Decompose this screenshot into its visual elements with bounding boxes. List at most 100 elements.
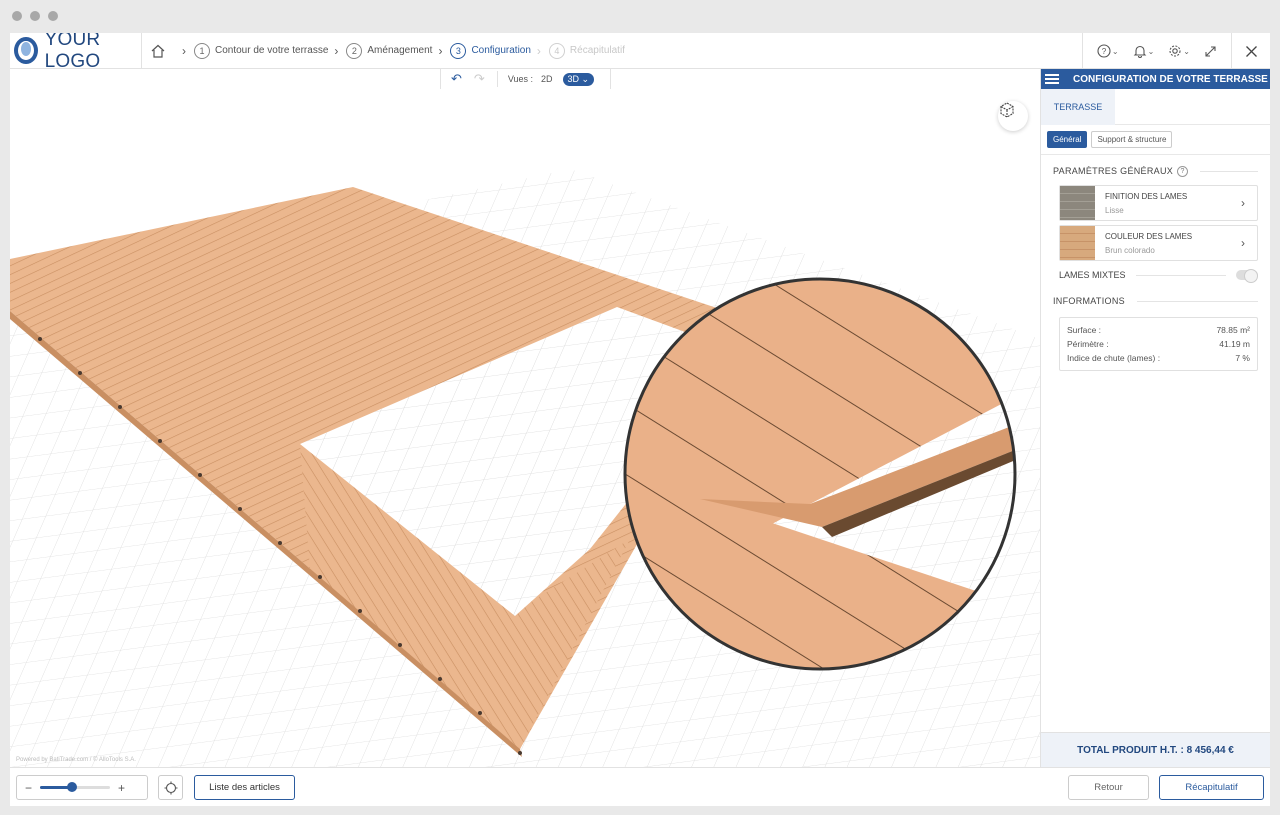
info-value: 7 % (1235, 353, 1250, 363)
help-icon: ? (1097, 44, 1111, 58)
recenter-button[interactable] (158, 775, 183, 800)
info-chute: Indice de chute (lames) : 7 % (1067, 351, 1250, 365)
param-value: Lisse (1105, 205, 1124, 215)
svg-text:?: ? (1102, 47, 1107, 56)
step-contour[interactable]: 1 Contour de votre terrasse (194, 42, 329, 59)
logo-icon (14, 37, 38, 64)
back-button[interactable]: Retour (1068, 775, 1149, 800)
general-section-title: PARAMÈTRES GÉNÉRAUX ? (1041, 161, 1270, 181)
param-couleur[interactable]: COULEUR DES LAMES Brun colorado › (1059, 225, 1258, 261)
logo-text: YOUR LOGO (44, 33, 101, 72)
info-label: Indice de chute (lames) : (1067, 353, 1161, 363)
param-value: Brun colorado (1105, 245, 1155, 255)
panel-header: CONFIGURATION DE VOTRE TERRASSE (1041, 69, 1270, 89)
window-dot-minimize[interactable] (30, 11, 40, 21)
fullscreen-button[interactable] (1204, 45, 1217, 58)
step-number: 2 (346, 42, 363, 59)
chevron-right-icon: › (438, 43, 443, 58)
gear-icon (1169, 45, 1181, 57)
views-label: Vues : (507, 74, 533, 84)
notifications-menu[interactable]: ⌄ (1133, 44, 1154, 58)
header-actions: ? ⌄ ⌄ ⌄ (1081, 33, 1270, 69)
section-label: INFORMATIONS (1053, 296, 1125, 306)
chevron-right-icon: › (1241, 196, 1245, 210)
bottom-bar: − + Liste des articles Retour Récapitula… (10, 767, 1270, 806)
bell-icon (1133, 45, 1146, 58)
powered-by: Powered by BatiTrade.com / © AlloTools S… (16, 757, 136, 763)
undo-icon[interactable]: ↶ (451, 71, 462, 87)
panel-tabs: TERRASSE (1041, 88, 1270, 125)
chevron-right-icon: › (334, 43, 339, 58)
mixed-boards-toggle[interactable] (1236, 269, 1258, 283)
view-3d-label: 3D (567, 73, 580, 84)
browser-window: YOUR LOGO › 1 Contour de votre terrasse … (0, 0, 1280, 815)
step-configuration[interactable]: 3 Configuration (450, 42, 531, 59)
mixed-boards-row: LAMES MIXTES (1041, 265, 1270, 285)
zoom-slider-handle[interactable] (66, 782, 77, 792)
zoom-out-button[interactable]: − (25, 781, 32, 795)
step-label: Configuration (471, 45, 531, 56)
summary-button[interactable]: Récapitulatif (1159, 775, 1264, 800)
info-value: 41.19 m (1219, 339, 1250, 349)
info-label: Périmètre : (1067, 339, 1109, 349)
step-amenagement[interactable]: 2 Aménagement (346, 42, 433, 59)
chevron-right-icon: › (1241, 236, 1245, 250)
info-surface: Surface : 78.85 m² (1067, 323, 1250, 337)
step-number: 4 (548, 42, 565, 59)
panel-title: CONFIGURATION DE VOTRE TERRASSE (1073, 73, 1268, 85)
subtab-general[interactable]: Général (1047, 131, 1088, 148)
zoom-slider[interactable] (40, 782, 111, 792)
zoom-control: − + (16, 775, 148, 800)
crosshair-icon (164, 781, 177, 794)
3d-viewport[interactable]: Powered by BatiTrade.com / © AlloTools S… (10, 89, 1040, 767)
help-menu[interactable]: ? ⌄ (1097, 44, 1119, 58)
param-title: COULEUR DES LAMES (1105, 231, 1193, 241)
param-title: FINITION DES LAMES (1105, 191, 1188, 201)
header-tools: ? ⌄ ⌄ ⌄ (1081, 33, 1232, 69)
divider (1136, 300, 1258, 302)
settings-menu[interactable]: ⌄ (1168, 44, 1190, 58)
divider (496, 71, 498, 87)
step-recapitulatif: 4 Récapitulatif (548, 42, 625, 59)
window-dot-close[interactable] (12, 11, 22, 21)
terrace-3d-scene[interactable] (10, 89, 1040, 767)
expand-icon (1205, 45, 1216, 57)
orientation-cube-button[interactable] (998, 101, 1028, 131)
view-2d-button[interactable]: 2D (541, 74, 553, 84)
step-label: Contour de votre terrasse (215, 45, 329, 56)
subtab-support-structure[interactable]: Support & structure (1091, 131, 1173, 148)
zoom-in-button[interactable]: + (118, 781, 125, 795)
step-label: Récapitulatif (569, 45, 625, 56)
window-controls (12, 11, 58, 21)
help-icon[interactable]: ? (1177, 165, 1189, 177)
window-dot-maximize[interactable] (48, 11, 58, 21)
cube-icon (1000, 102, 1014, 118)
close-button[interactable] (1232, 33, 1270, 69)
info-perimetre: Périmètre : 41.19 m (1067, 337, 1250, 351)
tab-terrasse[interactable]: TERRASSE (1041, 88, 1115, 125)
menu-icon[interactable] (1045, 74, 1059, 84)
finish-swatch (1060, 186, 1095, 220)
view-toolbar: ↶ ↷ Vues : 2D 3D ⌄ (440, 69, 611, 89)
articles-list-button[interactable]: Liste des articles (194, 775, 295, 800)
info-label: Surface : (1067, 325, 1102, 335)
view-3d-button[interactable]: 3D ⌄ (562, 72, 595, 86)
step-label: Aménagement (367, 45, 433, 56)
info-box: Surface : 78.85 m² Périmètre : 41.19 m I… (1059, 317, 1258, 371)
chevron-right-icon: › (182, 43, 186, 58)
info-section-title: INFORMATIONS (1041, 291, 1270, 311)
chevron-down-icon: ⌄ (581, 73, 590, 84)
info-value: 78.85 m² (1216, 325, 1250, 335)
configuration-panel: CONFIGURATION DE VOTRE TERRASSE TERRASSE… (1040, 69, 1270, 806)
step-number: 1 (194, 42, 210, 59)
home-icon[interactable] (150, 43, 166, 59)
chevron-down-icon: ⌄ (1183, 46, 1190, 56)
total-price: TOTAL PRODUIT H.T. : 8 456,44 € (1041, 732, 1270, 768)
param-finition[interactable]: FINITION DES LAMES Lisse › (1059, 185, 1258, 221)
panel-subtabs: Général Support & structure (1041, 125, 1270, 155)
chevron-down-icon: ⌄ (1111, 46, 1119, 56)
logo[interactable]: YOUR LOGO (10, 33, 142, 72)
breadcrumb: › 1 Contour de votre terrasse › 2 Aménag… (142, 33, 625, 69)
redo-icon: ↷ (473, 71, 485, 86)
divider (1200, 170, 1258, 172)
